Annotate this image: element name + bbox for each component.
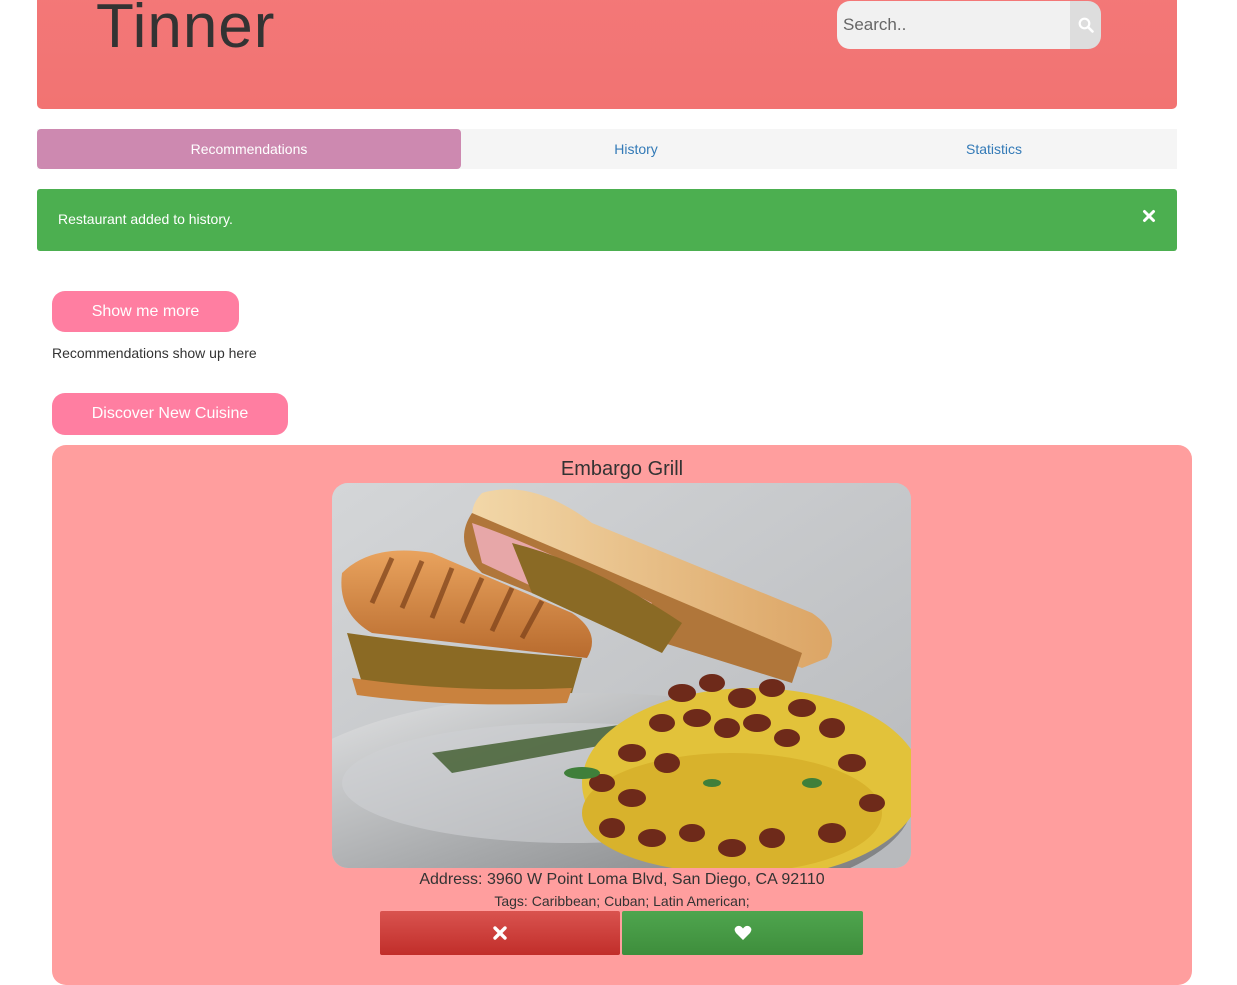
discover-cuisine-button[interactable]: Discover New Cuisine [52, 393, 288, 435]
dislike-button[interactable] [380, 911, 620, 955]
tab-recommendations[interactable]: Recommendations [37, 129, 461, 169]
search-input[interactable] [837, 1, 1070, 49]
close-icon[interactable] [1142, 209, 1156, 223]
restaurant-tags: Tags: Caribbean; Cuban; Latin American; [494, 893, 750, 909]
restaurant-photo [332, 483, 911, 868]
like-button[interactable] [622, 911, 863, 955]
brand-title: Tinner [96, 0, 276, 61]
recommendations-placeholder-text: Recommendations show up here [52, 345, 257, 361]
restaurant-card: Embargo Grill Address: 3960 W Point Loma… [52, 445, 1192, 985]
food-photo-illustration [332, 483, 911, 868]
restaurant-address: Address: 3960 W Point Loma Blvd, San Die… [419, 871, 825, 888]
main-tabs: Recommendations History Statistics [37, 129, 1177, 169]
search-icon [1078, 17, 1094, 33]
success-alert: Restaurant added to history. [37, 189, 1177, 251]
site-header: Tinner [37, 0, 1177, 109]
restaurant-name: Embargo Grill [560, 458, 684, 480]
search-bar [837, 1, 1101, 49]
search-button[interactable] [1070, 1, 1101, 49]
show-more-button[interactable]: Show me more [52, 291, 239, 332]
tab-statistics[interactable]: Statistics [811, 129, 1177, 169]
alert-message: Restaurant added to history. [58, 211, 233, 227]
close-icon [493, 926, 507, 940]
tab-history[interactable]: History [461, 129, 811, 169]
heart-icon [734, 925, 751, 940]
